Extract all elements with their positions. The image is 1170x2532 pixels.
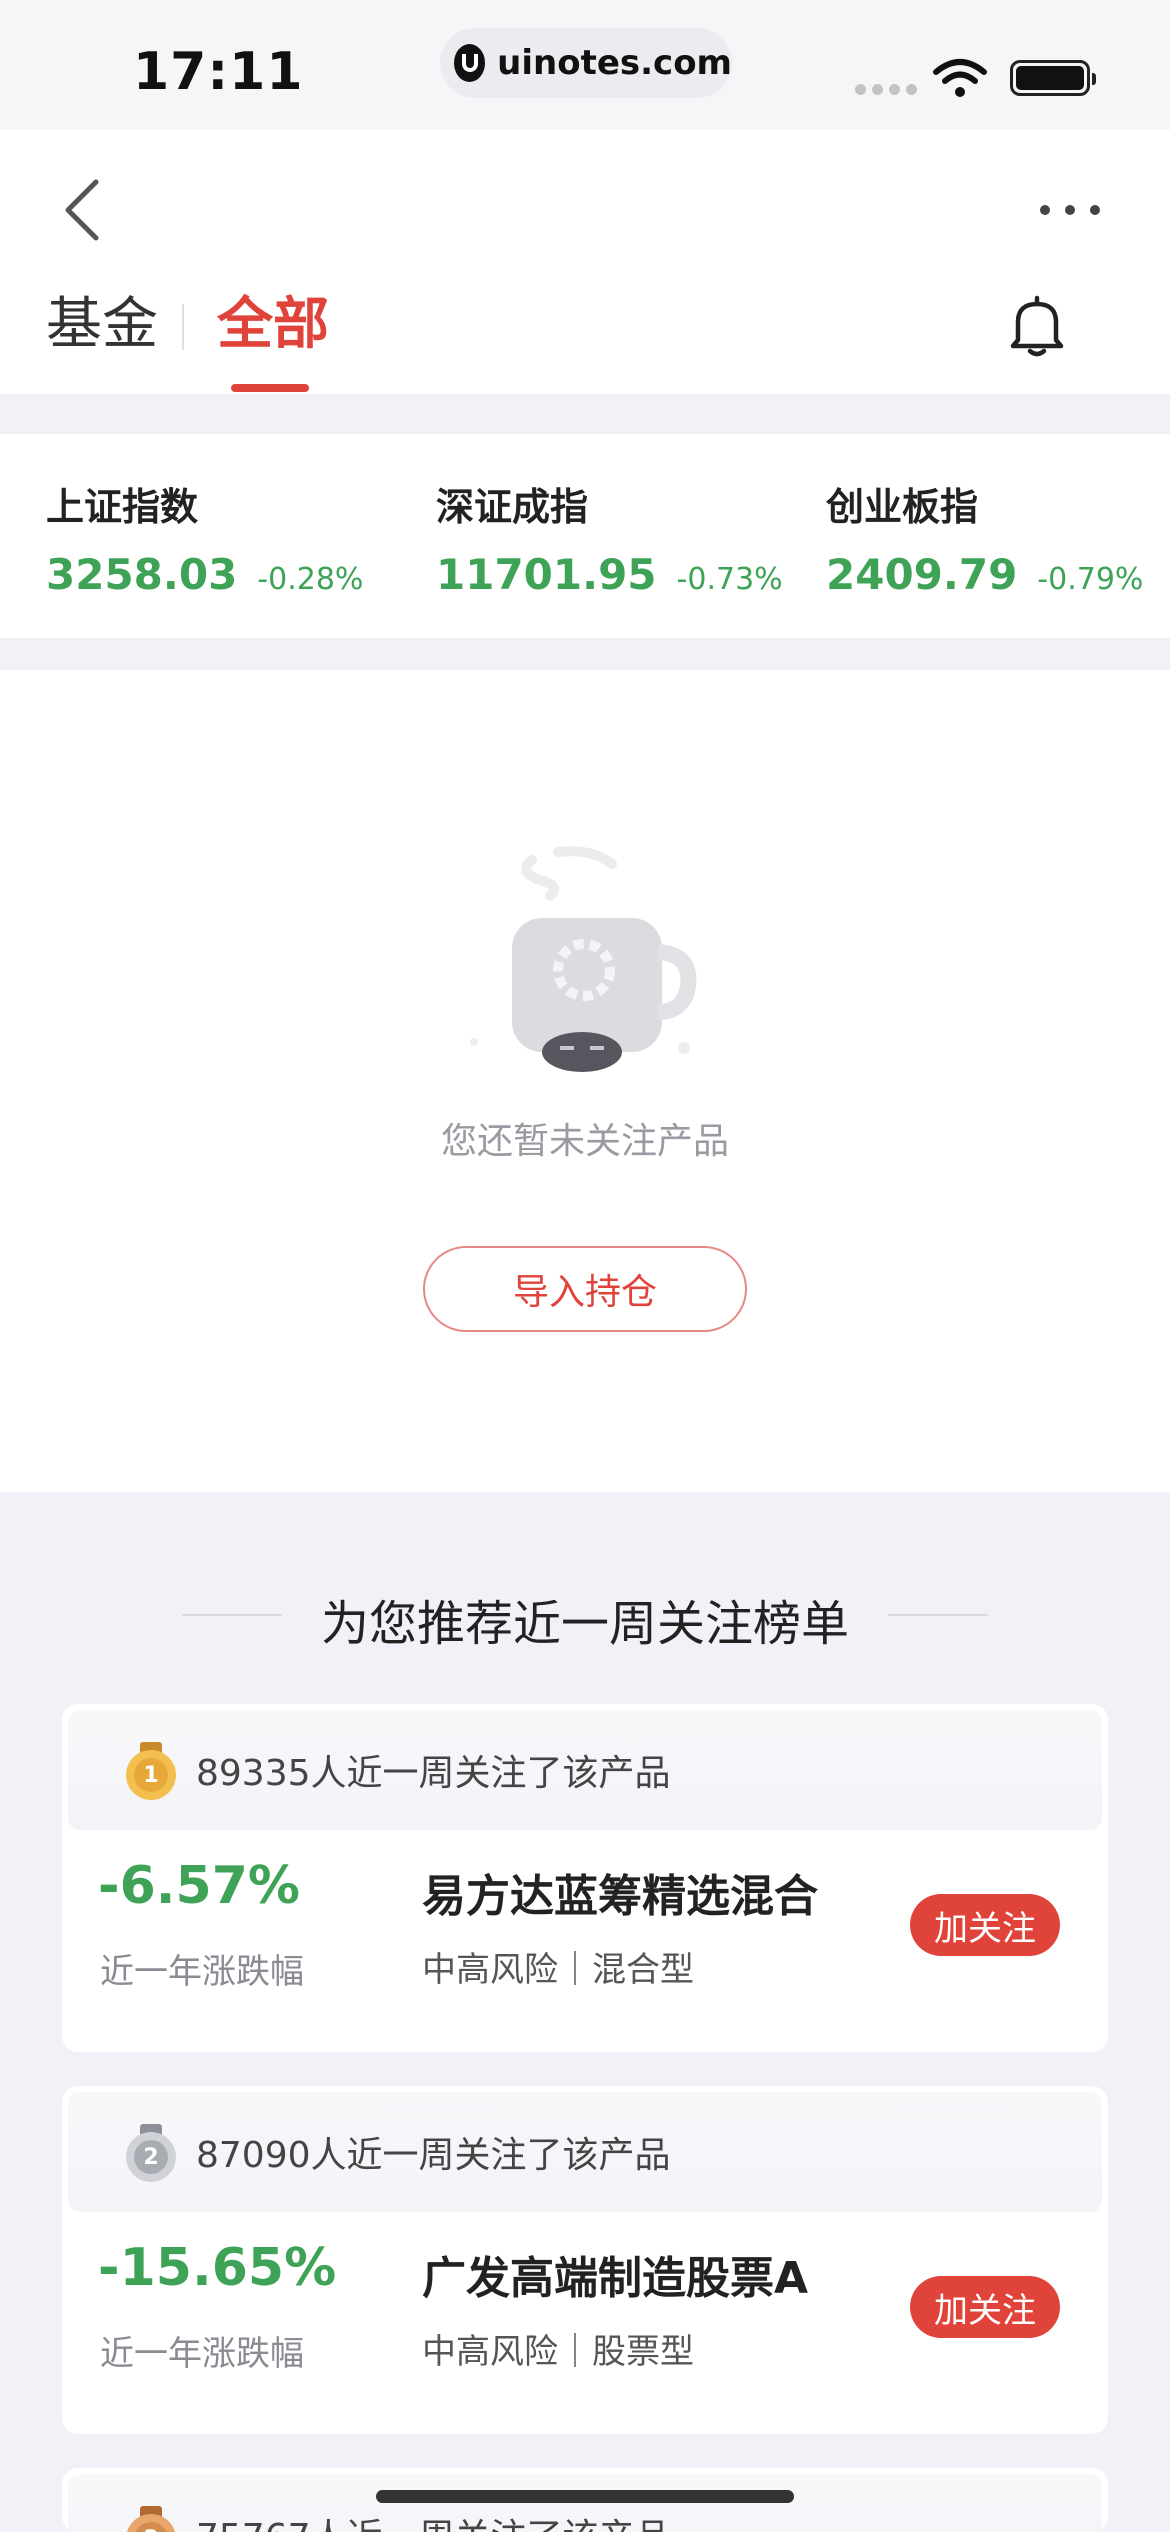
- fund-tags: 中高风险｜混合型: [422, 1950, 694, 1990]
- index-value: 3258.03: [46, 550, 238, 599]
- follow-button[interactable]: 加关注: [910, 1894, 1060, 1956]
- recommend-title: 为您推荐近一周关注榜单: [320, 1596, 849, 1652]
- followers-text: 89335人近一周关注了该产品: [196, 1753, 671, 1794]
- followers-text: 75767人近一周关注了该产品: [196, 2508, 671, 2532]
- index-change: -0.79%: [1037, 562, 1144, 597]
- empty-cup-illustration-icon: [470, 846, 697, 1072]
- index-item[interactable]: 创业板指 2409.79 -0.79%: [826, 482, 1143, 599]
- back-arrow-icon[interactable]: [56, 170, 116, 250]
- followers-text: 87090人近一周关注了该产品: [196, 2135, 671, 2176]
- index-item[interactable]: 深证成指 11701.95 -0.73%: [436, 482, 783, 599]
- tab-all[interactable]: 全部: [217, 290, 329, 360]
- index-value: 2409.79: [826, 550, 1018, 599]
- card-header: 2 87090人近一周关注了该产品: [68, 2092, 1102, 2212]
- index-item[interactable]: 上证指数 3258.03 -0.28%: [46, 482, 363, 599]
- market-index-bar: 上证指数 3258.03 -0.28% 深证成指 11701.95 -0.73%…: [0, 434, 1170, 638]
- silver-medal-icon: 2: [126, 2124, 176, 2182]
- follow-button[interactable]: 加关注: [910, 2276, 1060, 2338]
- url-text: uinotes.com: [497, 43, 732, 83]
- card-header: 1 89335人近一周关注了该产品: [68, 1710, 1102, 1830]
- annual-return: -6.57%: [98, 1856, 300, 1916]
- bronze-medal-icon: 3: [126, 2506, 176, 2532]
- gold-medal-icon: 1: [126, 1742, 176, 1800]
- home-indicator[interactable]: [376, 2490, 794, 2503]
- top-nav: 基金 全部: [0, 130, 1170, 394]
- battery-icon: [1010, 60, 1096, 96]
- tab-divider: [182, 304, 184, 350]
- card-header: 3 75767人近一周关注了该产品: [68, 2474, 1102, 2532]
- more-options-icon[interactable]: [1040, 190, 1100, 230]
- url-pill[interactable]: uinotes.com: [440, 28, 732, 98]
- site-logo-icon: [454, 44, 486, 82]
- index-name: 上证指数: [46, 485, 199, 529]
- index-name: 创业板指: [826, 485, 979, 529]
- bell-icon[interactable]: [1008, 294, 1066, 358]
- index-name: 深证成指: [436, 485, 589, 529]
- empty-state-text: 您还暂未关注产品: [440, 1121, 729, 1162]
- fund-tags: 中高风险｜股票型: [422, 2332, 694, 2372]
- annual-return-label: 近一年涨跌幅: [100, 2334, 304, 2374]
- recommend-header: 为您推荐近一周关注榜单: [0, 1570, 1170, 1660]
- annual-return-label: 近一年涨跌幅: [100, 1952, 304, 1992]
- index-change: -0.28%: [257, 562, 364, 597]
- fund-name[interactable]: 易方达蓝筹精选混合: [422, 1860, 818, 1924]
- status-time: 17:11: [133, 42, 304, 102]
- annual-return: -15.65%: [98, 2238, 337, 2298]
- wifi-icon: [933, 59, 987, 97]
- import-holdings-button[interactable]: 导入持仓: [423, 1246, 747, 1332]
- fund-card[interactable]: 2 87090人近一周关注了该产品 -15.65% 近一年涨跌幅 广发高端制造股…: [62, 2086, 1108, 2434]
- index-value: 11701.95: [436, 550, 657, 599]
- cellular-signal-icon: [855, 84, 917, 95]
- empty-state: 您还暂未关注产品 导入持仓: [0, 670, 1170, 1492]
- active-tab-indicator: [231, 384, 309, 392]
- fund-card[interactable]: 1 89335人近一周关注了该产品 -6.57% 近一年涨跌幅 易方达蓝筹精选混…: [62, 1704, 1108, 2052]
- tab-fund[interactable]: 基金: [46, 290, 158, 360]
- index-change: -0.73%: [676, 562, 783, 597]
- status-bar: 17:11 uinotes.com: [0, 0, 1170, 130]
- fund-name[interactable]: 广发高端制造股票A: [422, 2242, 808, 2306]
- title-divider-right: [888, 1614, 988, 1616]
